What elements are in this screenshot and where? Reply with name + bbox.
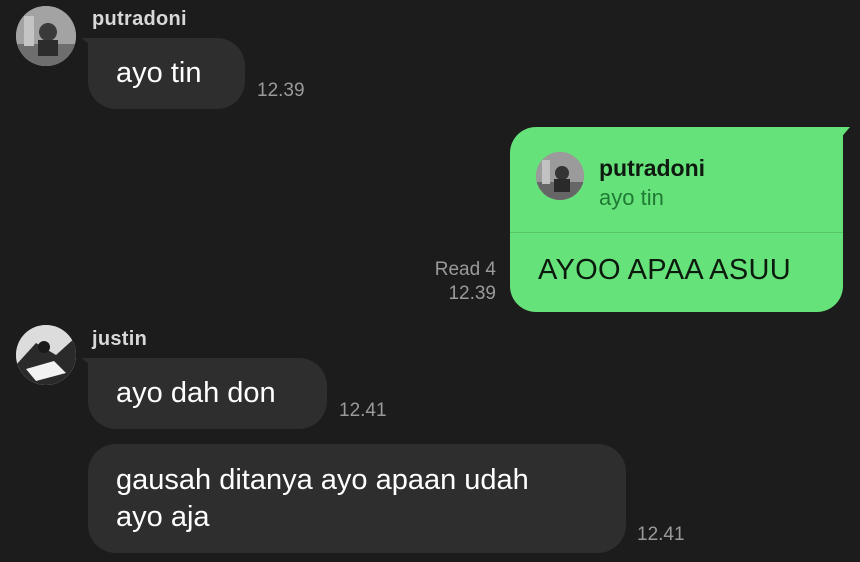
read-receipt: Read 4 12.39	[435, 258, 496, 306]
message-text-line: gausah ditanya ayo apaan udah	[116, 464, 529, 496]
reply-avatar	[536, 152, 584, 200]
message-time: 12.39	[448, 283, 496, 304]
sender-name: putradoni	[92, 8, 187, 30]
reply-quoted-text: ayo tin	[599, 185, 664, 210]
message-text: AYOO APAA ASUU	[538, 254, 791, 286]
message-bubble[interactable]: ayo tin	[88, 38, 245, 109]
message-text-line: ayo aja	[116, 501, 210, 533]
avatar-justin[interactable]	[16, 325, 76, 385]
message-time: 12.41	[339, 400, 387, 421]
avatar-putradoni[interactable]	[16, 6, 76, 66]
message-text: ayo dah don	[116, 377, 276, 409]
avatar-photo-icon	[16, 325, 76, 385]
message-bubble[interactable]: gausah ditanya ayo apaan udah ayo aja	[88, 444, 626, 553]
avatar-photo-icon	[536, 152, 584, 200]
reply-divider	[510, 232, 843, 233]
message-time: 12.41	[637, 524, 685, 545]
sender-name: justin	[92, 328, 148, 350]
outgoing-message-bubble[interactable]: putradoni ayo tin AYOO APAA ASUU	[510, 127, 843, 312]
read-count: Read 4	[434, 259, 496, 280]
message-text: ayo tin	[116, 57, 202, 89]
message-bubble[interactable]: ayo dah don	[88, 358, 327, 429]
reply-sender-name: putradoni	[599, 155, 706, 181]
avatar-photo-icon	[16, 6, 76, 66]
message-time: 12.39	[257, 80, 305, 101]
